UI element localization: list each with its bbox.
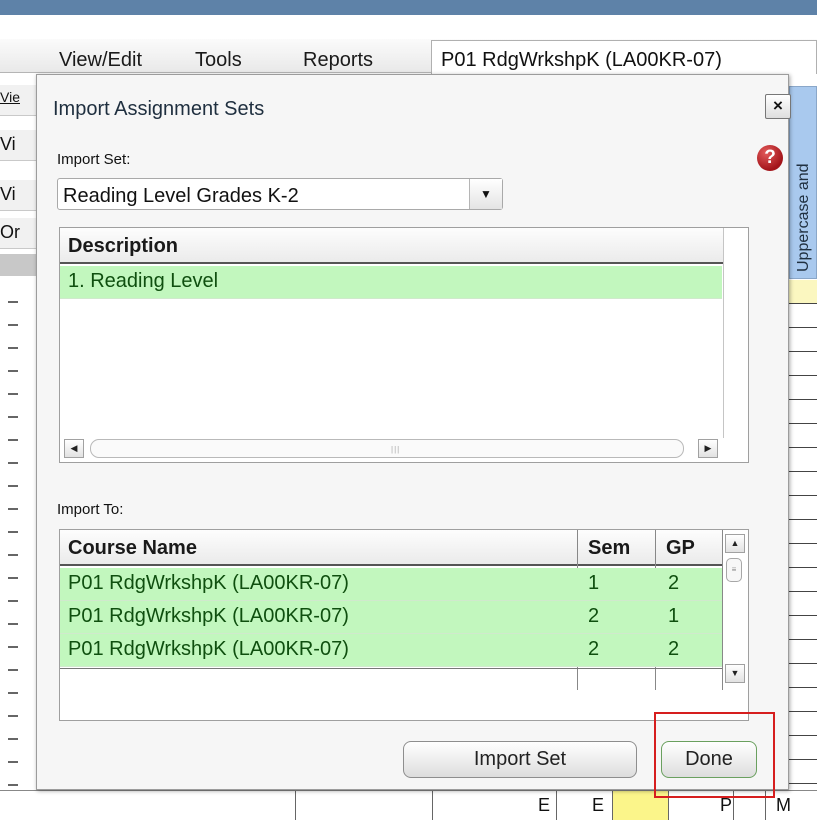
done-highlight-annotation <box>654 712 775 798</box>
scroll-right-icon[interactable]: ▶ <box>698 439 718 458</box>
scroll-track[interactable]: ||| <box>90 439 684 458</box>
gp-column-header[interactable]: GP <box>666 537 695 560</box>
description-column-header[interactable]: Description <box>68 235 178 258</box>
menu-reports[interactable]: Reports <box>303 49 373 72</box>
help-icon[interactable]: ? <box>757 145 783 171</box>
import-set-button[interactable]: Import Set <box>403 741 637 778</box>
background-right-grid <box>789 280 817 790</box>
gp-cell: 2 <box>668 572 680 594</box>
background-row: Or <box>0 218 36 249</box>
scroll-track[interactable]: ≡ <box>725 558 743 668</box>
table-row[interactable]: P01 RdgWrkshpK (LA00KR-07) 2 1 <box>60 601 722 634</box>
background-row: Vi <box>0 130 36 161</box>
column-header-uppercase[interactable]: Uppercase and <box>789 86 817 279</box>
scroll-left-icon[interactable]: ◀ <box>64 439 84 458</box>
background-row: Vi <box>0 180 36 211</box>
background-row: Vie <box>0 85 36 116</box>
course-name-column-header[interactable]: Course Name <box>68 537 197 560</box>
grade-cell: M <box>776 795 791 815</box>
grade-cell: E <box>592 795 605 815</box>
menu-tools[interactable]: Tools <box>195 49 242 72</box>
dialog-title: Import Assignment Sets <box>53 98 265 120</box>
list-item[interactable]: 1. Reading Level <box>60 266 722 299</box>
vertical-scrollbar[interactable]: ▲ ≡ ▼ <box>723 534 745 684</box>
close-icon: × <box>773 96 783 115</box>
gp-cell: 2 <box>668 638 680 660</box>
import-set-dropdown[interactable]: Reading Level Grades K-2 ▼ <box>57 178 503 210</box>
courses-grid-header: Course Name Sem GP <box>60 530 722 566</box>
scroll-thumb[interactable]: ≡ <box>726 558 742 582</box>
course-selector-tab[interactable]: P01 RdgWrkshpK (LA00KR-07) <box>431 40 817 74</box>
grade-cell: E <box>538 795 551 815</box>
table-row[interactable]: P01 RdgWrkshpK (LA00KR-07) 1 2 <box>60 568 722 601</box>
sem-cell: 1 <box>588 572 600 594</box>
course-name-cell: P01 RdgWrkshpK (LA00KR-07) <box>68 605 349 627</box>
scroll-down-icon[interactable]: ▼ <box>725 664 745 683</box>
menu-view-edit[interactable]: View/Edit <box>59 49 142 72</box>
scroll-up-icon[interactable]: ▲ <box>725 534 745 553</box>
courses-grid: Course Name Sem GP P01 RdgWrkshpK (LA00K… <box>59 529 749 721</box>
horizontal-scrollbar[interactable]: ◀ ||| ▶ <box>64 439 722 458</box>
import-set-label: Import Set: <box>57 151 131 168</box>
table-row[interactable]: P01 RdgWrkshpK (LA00KR-07) 2 2 <box>60 634 722 667</box>
import-set-value: Reading Level Grades K-2 <box>63 185 299 207</box>
sem-cell: 2 <box>588 605 600 627</box>
background-left-ticks <box>8 280 22 786</box>
sem-cell: 2 <box>588 638 600 660</box>
description-grid-header: Description <box>60 228 723 264</box>
sem-column-header[interactable]: Sem <box>588 537 630 560</box>
chevron-down-icon[interactable]: ▼ <box>469 179 502 209</box>
description-cell: 1. Reading Level <box>68 270 219 292</box>
top-title-bar <box>0 0 817 15</box>
import-to-label: Import To: <box>57 501 124 518</box>
gp-cell: 1 <box>668 605 680 627</box>
close-button[interactable]: × <box>765 94 791 119</box>
import-assignment-sets-dialog: Import Assignment Sets × Import Set: ? R… <box>36 74 791 790</box>
course-name-cell: P01 RdgWrkshpK (LA00KR-07) <box>68 638 349 660</box>
description-grid: Description 1. Reading Level ◀ ||| ▶ <box>59 227 749 463</box>
grade-cell: P <box>720 795 733 815</box>
course-name-cell: P01 RdgWrkshpK (LA00KR-07) <box>68 572 349 594</box>
background-gray-bar <box>0 254 40 276</box>
